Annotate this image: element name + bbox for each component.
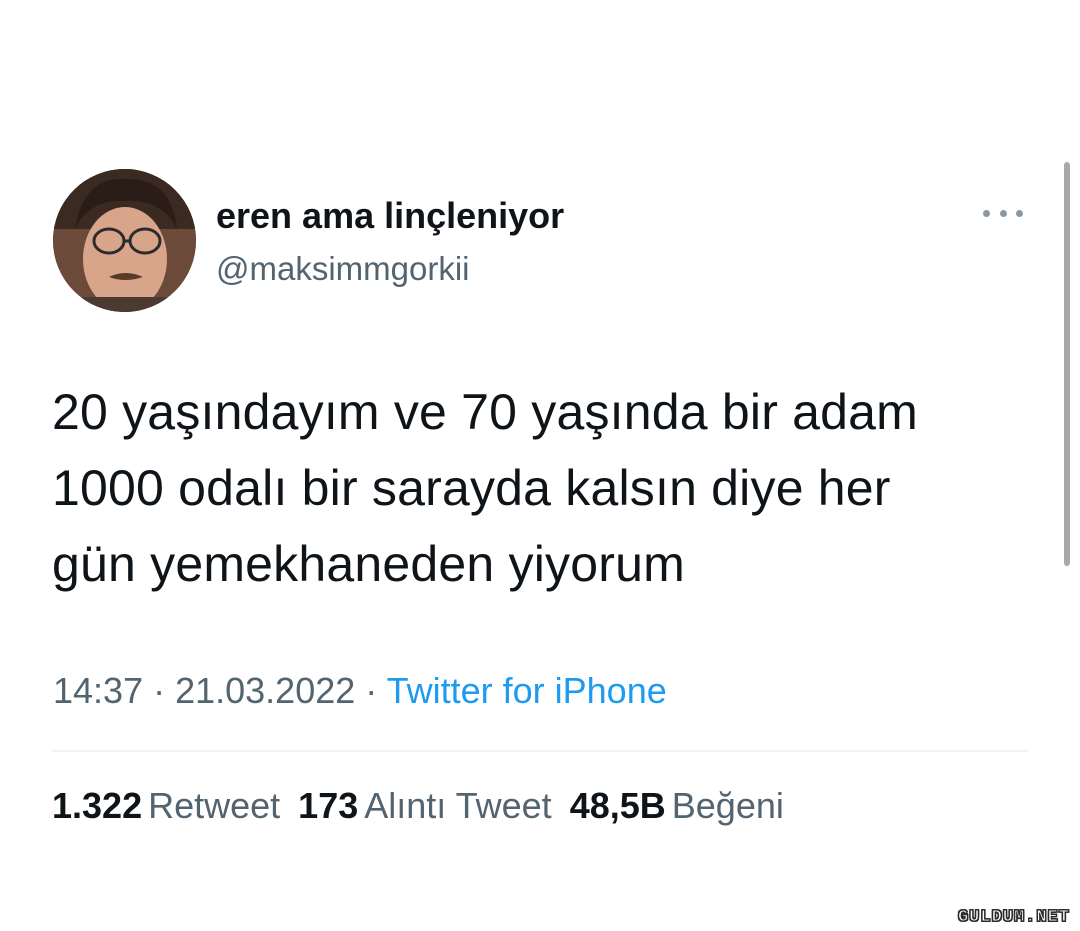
tweet-detail: eren ama linçleniyor @maksimmgorkii 20 y… [0, 0, 1080, 931]
meta-separator: · [143, 670, 176, 711]
quote-count-link[interactable]: 173 Alıntı Tweet [298, 785, 552, 827]
more-dot [983, 209, 990, 217]
retweet-label: Retweet [148, 785, 281, 826]
more-dot [999, 209, 1007, 217]
like-count-link[interactable]: 48,5B Beğeni [570, 785, 784, 827]
quote-label: Alıntı Tweet [364, 785, 552, 826]
author-handle[interactable]: @maksimmgorkii [216, 250, 470, 288]
retweet-count-link[interactable]: 1.322 Retweet [52, 785, 280, 827]
like-count: 48,5B [569, 785, 666, 826]
tweet-time[interactable]: 14:37 [53, 670, 143, 711]
tweet-stats: 1.322 Retweet 173 Alıntı Tweet 48,5B Beğeni [52, 785, 802, 827]
tweet-text: 20 yaşındayım ve 70 yaşında bir adam 100… [52, 384, 919, 592]
more-horizontal-icon[interactable] [983, 200, 1023, 226]
avatar-photo [53, 169, 196, 312]
watermark-logo: GULDUM.NET [957, 908, 1070, 928]
divider [52, 750, 1028, 752]
tweet-source-link[interactable]: Twitter for iPhone [387, 670, 667, 711]
more-dot [1016, 209, 1023, 217]
avatar[interactable] [53, 169, 196, 312]
retweet-count: 1.322 [52, 785, 143, 826]
author-display-name[interactable]: eren ama linçleniyor [216, 195, 564, 237]
quote-count: 173 [298, 785, 359, 826]
tweet-meta: 14:37 · 21.03.2022 · Twitter for iPhone [53, 670, 667, 712]
like-label: Beğeni [671, 785, 784, 826]
meta-separator: · [355, 670, 387, 711]
tweet-date[interactable]: 21.03.2022 [175, 670, 355, 711]
scrollbar-thumb[interactable] [1064, 162, 1070, 566]
